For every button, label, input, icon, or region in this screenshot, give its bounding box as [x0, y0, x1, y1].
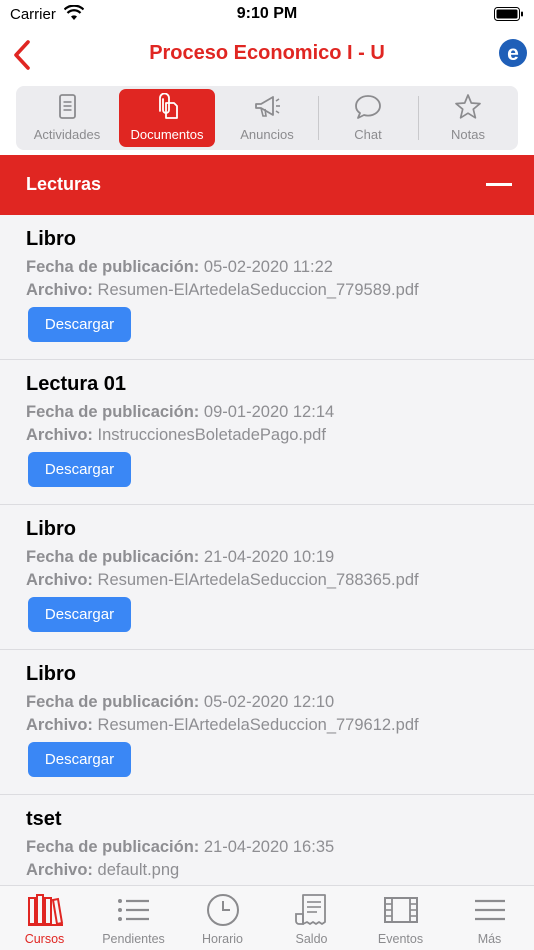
file-value: Resumen-ElArtedelaSeduccion_779589.pdf: [97, 281, 419, 299]
date-label: Fecha de publicación:: [26, 838, 200, 856]
tab-saldo[interactable]: Saldo: [267, 886, 356, 950]
file-label: Archivo:: [26, 861, 93, 879]
tab-label: Pendientes: [102, 932, 165, 946]
document-item: Lectura 01 Fecha de publicación: 09-01-2…: [0, 360, 534, 505]
file-label: Archivo:: [26, 426, 93, 444]
document-file: Archivo: Resumen-ElArtedelaSeduccion_779…: [26, 281, 508, 300]
document-title: Libro: [26, 518, 76, 540]
document-item: Libro Fecha de publicación: 05-02-2020 1…: [0, 215, 534, 360]
battery-icon: [494, 7, 523, 21]
document-file: Archivo: default.png: [26, 861, 508, 880]
file-value: InstruccionesBoletadePago.pdf: [97, 426, 326, 444]
file-label: Archivo:: [26, 571, 93, 589]
section-title: Lecturas: [26, 174, 102, 194]
document-title: Lectura 01: [26, 373, 127, 395]
logo-letter: e: [507, 42, 519, 65]
download-button[interactable]: Descargar: [28, 597, 131, 632]
tab-label: Cursos: [24, 932, 65, 946]
date-value: 21-04-2020 10:19: [203, 548, 335, 566]
document-icon: [59, 94, 76, 119]
date-value: 05-02-2020 12:10: [203, 693, 335, 711]
date-value: 09-01-2020 12:14: [203, 403, 335, 421]
section-header[interactable]: Lecturas: [0, 155, 534, 215]
file-label: Archivo:: [26, 281, 93, 299]
tab-chat[interactable]: Chat: [320, 89, 416, 147]
tab-eventos[interactable]: Eventos: [356, 886, 445, 950]
clock-time: 9:10 PM: [236, 5, 298, 22]
tab-label: Documentos: [130, 127, 204, 142]
document-list[interactable]: Libro Fecha de publicación: 05-02-2020 1…: [0, 215, 534, 885]
tab-pendientes[interactable]: Pendientes: [89, 886, 178, 950]
date-label: Fecha de publicación:: [26, 548, 200, 566]
document-date: Fecha de publicación: 21-04-2020 16:35: [26, 838, 508, 857]
date-label: Fecha de publicación:: [26, 258, 200, 276]
document-item: Libro Fecha de publicación: 05-02-2020 1…: [0, 650, 534, 795]
tab-label: Eventos: [377, 932, 424, 946]
tab-label: Anuncios: [240, 127, 294, 142]
tab-horario[interactable]: Horario: [178, 886, 267, 950]
date-value: 05-02-2020 11:22: [203, 258, 333, 276]
download-button[interactable]: Descargar: [28, 307, 131, 342]
date-label: Fecha de publicación:: [26, 693, 200, 711]
document-file: Archivo: Resumen-ElArtedelaSeduccion_779…: [26, 716, 508, 735]
attachment-icon: [159, 93, 178, 119]
tab-label: Notas: [451, 127, 485, 142]
download-button[interactable]: Descargar: [28, 742, 131, 777]
document-title: Libro: [26, 228, 76, 250]
film-icon: [383, 897, 418, 923]
tab-actividades[interactable]: Actividades: [19, 89, 115, 147]
file-value: Resumen-ElArtedelaSeduccion_779612.pdf: [97, 716, 419, 734]
document-file: Archivo: InstruccionesBoletadePago.pdf: [26, 426, 508, 445]
star-icon: [455, 94, 481, 119]
tab-label: Actividades: [33, 127, 101, 142]
collapse-minus-icon[interactable]: [486, 183, 512, 186]
tab-anuncios[interactable]: Anuncios: [219, 89, 315, 147]
books-icon: [27, 894, 63, 926]
document-date: Fecha de publicación: 05-02-2020 12:10: [26, 693, 508, 712]
menu-icon: [474, 899, 505, 921]
document-date: Fecha de publicación: 09-01-2020 12:14: [26, 403, 508, 422]
document-file: Archivo: Resumen-ElArtedelaSeduccion_788…: [26, 571, 508, 590]
tab-mas[interactable]: Más: [445, 886, 534, 950]
tab-label: Saldo: [295, 932, 328, 946]
document-title: Libro: [26, 663, 76, 685]
file-value: default.png: [97, 861, 180, 879]
tab-label: Horario: [202, 932, 243, 946]
navigation-bar: Proceso Economico I - U e: [0, 30, 534, 80]
tab-label: Más: [477, 932, 502, 946]
status-bar: Carrier 9:10 PM: [0, 0, 534, 30]
list-icon: [117, 899, 149, 921]
document-date: Fecha de publicación: 21-04-2020 10:19: [26, 548, 508, 567]
segmented-control-area: Actividades Documentos Anuncios Chat Not…: [0, 80, 534, 155]
bottom-tab-bar: Cursos Pendientes Horario Saldo Eventos …: [0, 885, 534, 950]
file-label: Archivo:: [26, 716, 93, 734]
clock-icon: [206, 894, 239, 926]
segmented-control: Actividades Documentos Anuncios Chat Not…: [16, 86, 518, 150]
download-button[interactable]: Descargar: [28, 452, 131, 487]
document-item: tset Fecha de publicación: 21-04-2020 16…: [0, 795, 534, 885]
tab-notas[interactable]: Notas: [420, 89, 516, 147]
file-value: Resumen-ElArtedelaSeduccion_788365.pdf: [97, 571, 419, 589]
tab-label: Chat: [354, 127, 382, 142]
megaphone-icon: [255, 96, 280, 117]
receipt-icon: [294, 894, 326, 925]
tab-cursos[interactable]: Cursos: [0, 886, 89, 950]
date-value: 21-04-2020 16:35: [203, 838, 335, 856]
document-item: Libro Fecha de publicación: 21-04-2020 1…: [0, 505, 534, 650]
document-title: tset: [26, 808, 62, 830]
tab-documentos[interactable]: Documentos: [119, 89, 215, 147]
app-logo-icon: e: [499, 39, 527, 67]
chat-bubble-icon: [355, 95, 381, 119]
document-date: Fecha de publicación: 05-02-2020 11:22: [26, 258, 508, 277]
segment-divider: [318, 96, 319, 140]
date-label: Fecha de publicación:: [26, 403, 200, 421]
segment-divider: [418, 96, 419, 140]
page-title: Proceso Economico I - U: [149, 42, 385, 64]
